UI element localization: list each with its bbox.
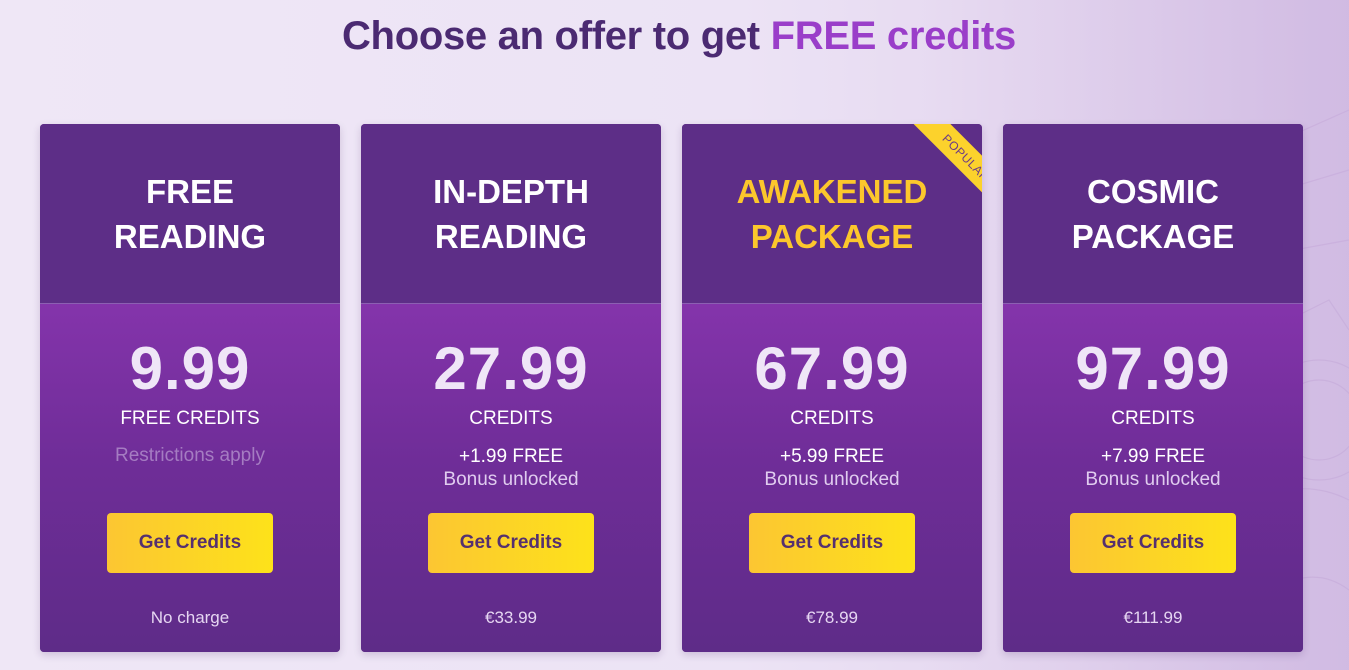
page-title: Choose an offer to get FREE credits: [0, 14, 1349, 59]
card-title: IN-DEPTH READING: [433, 169, 589, 259]
get-credits-button[interactable]: Get Credits: [107, 513, 273, 573]
offer-card-cosmic-package: COSMIC PACKAGE 97.99 CREDITS +7.99 FREE …: [1003, 124, 1303, 652]
credits-label: CREDITS: [1111, 408, 1195, 429]
credit-amount: 9.99: [129, 335, 251, 402]
restrictions-note: Restrictions apply: [115, 445, 265, 466]
bonus-amount: +7.99 FREE: [1100, 446, 1206, 467]
bonus-info: +7.99 FREE Bonus unlocked: [1003, 445, 1303, 491]
credit-amount: 97.99: [1075, 335, 1231, 402]
popular-ribbon: POPULAR: [886, 124, 982, 220]
price-footer: €78.99: [806, 608, 858, 627]
price-footer: €111.99: [1123, 608, 1183, 627]
card-title-line1: FREE: [145, 172, 234, 210]
card-body: 27.99 CREDITS +1.99 FREE Bonus unlocked …: [361, 304, 661, 652]
card-body: 9.99 FREE CREDITS Restrictions apply Get…: [40, 304, 340, 652]
card-title-line1: IN-DEPTH: [433, 172, 589, 210]
card-header: FREE READING: [40, 124, 340, 304]
get-credits-button[interactable]: Get Credits: [1070, 513, 1236, 573]
bonus-note: Bonus unlocked: [443, 469, 579, 490]
get-credits-button[interactable]: Get Credits: [428, 513, 594, 573]
get-credits-button[interactable]: Get Credits: [749, 513, 915, 573]
card-title-line2: READING: [113, 217, 267, 255]
offer-card-in-depth-reading: IN-DEPTH READING 27.99 CREDITS +1.99 FRE…: [361, 124, 661, 652]
card-title-line2: PACKAGE: [750, 217, 914, 255]
offer-card-free-reading: FREE READING 9.99 FREE CREDITS Restricti…: [40, 124, 340, 652]
card-header: COSMIC PACKAGE: [1003, 124, 1303, 304]
credits-label: FREE CREDITS: [120, 408, 260, 429]
card-title-line2: PACKAGE: [1071, 217, 1235, 255]
card-title-line1: COSMIC: [1086, 172, 1219, 210]
page-title-highlight: FREE credits: [770, 14, 1017, 58]
bonus-amount: +5.99 FREE: [779, 446, 885, 467]
bonus-amount: +1.99 FREE: [458, 446, 564, 467]
bonus-note: Bonus unlocked: [764, 469, 900, 490]
credit-amount: 27.99: [433, 335, 589, 402]
card-body: 67.99 CREDITS +5.99 FREE Bonus unlocked …: [682, 304, 982, 652]
price-footer: €33.99: [485, 608, 537, 627]
price-footer: No charge: [150, 608, 230, 627]
credits-label: CREDITS: [469, 408, 553, 429]
bonus-note: Bonus unlocked: [1085, 469, 1221, 490]
card-header: IN-DEPTH READING: [361, 124, 661, 304]
bonus-info: +5.99 FREE Bonus unlocked: [682, 445, 982, 491]
card-title: COSMIC PACKAGE: [1072, 169, 1235, 259]
popular-ribbon-label: POPULAR: [907, 124, 982, 217]
card-body: 97.99 CREDITS +7.99 FREE Bonus unlocked …: [1003, 304, 1303, 652]
offer-card-awakened-package: AWAKENED PACKAGE POPULAR 67.99 CREDITS +…: [682, 124, 982, 652]
card-title: FREE READING: [114, 169, 266, 259]
page-title-prefix: Choose an offer to get: [341, 14, 771, 58]
card-title-line2: READING: [434, 217, 588, 255]
credits-label: CREDITS: [790, 408, 874, 429]
credit-amount: 67.99: [754, 335, 910, 402]
bonus-info: +1.99 FREE Bonus unlocked: [361, 445, 661, 491]
